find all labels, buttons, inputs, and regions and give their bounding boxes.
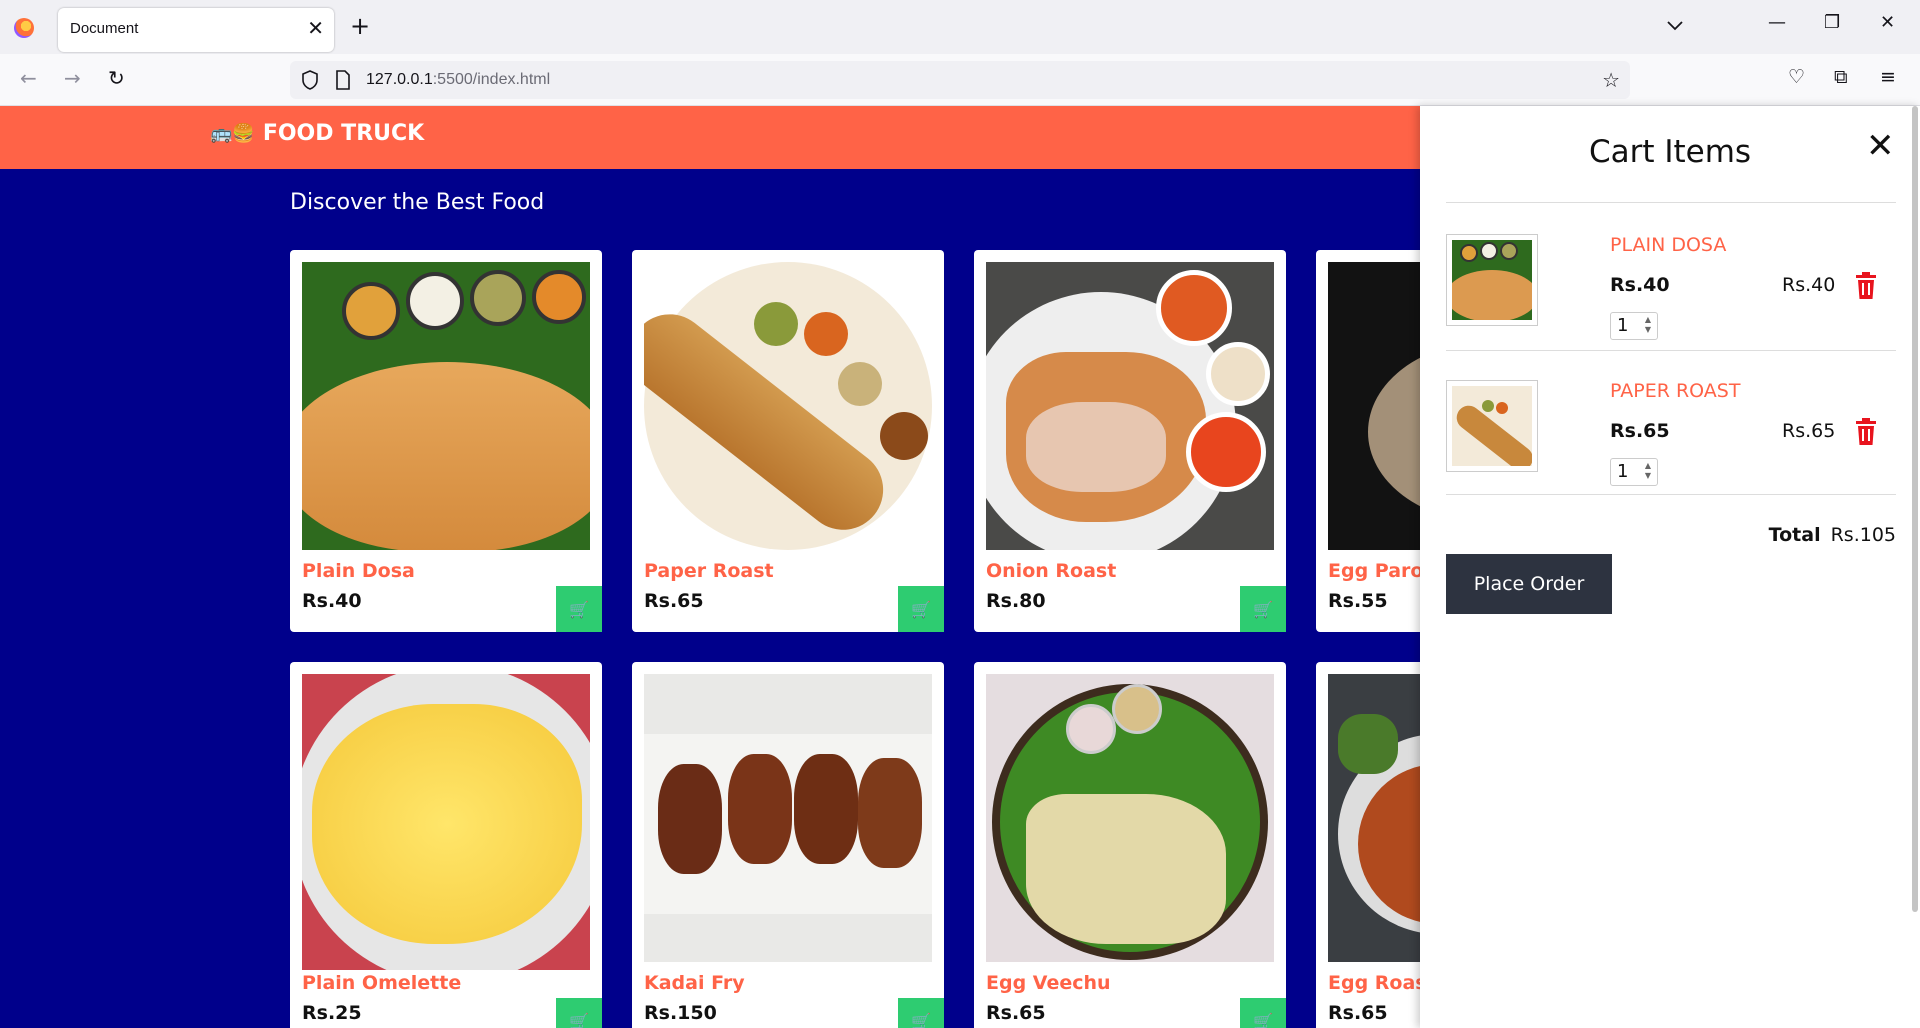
- close-cart-icon[interactable]: ✕: [1866, 126, 1895, 166]
- cart-icon: 🛒: [1253, 1011, 1273, 1028]
- food-price: Rs.80: [986, 590, 1046, 612]
- cart-icon: 🛒: [569, 1011, 589, 1028]
- food-name: Paper Roast: [644, 560, 774, 582]
- cart-icon: 🛒: [569, 599, 589, 619]
- menu-icon[interactable]: ≡: [1880, 66, 1896, 88]
- add-to-cart-button[interactable]: 🛒: [1240, 998, 1286, 1028]
- cart-item-name: PAPER ROAST: [1610, 380, 1741, 402]
- cart-item-subtotal: Rs.40: [1782, 274, 1836, 296]
- new-tab-icon[interactable]: +: [350, 12, 370, 40]
- place-order-button[interactable]: Place Order: [1446, 554, 1612, 614]
- food-price: Rs.65: [644, 590, 704, 612]
- extensions-icon[interactable]: ⧉: [1834, 66, 1848, 88]
- cart-item-name: PLAIN DOSA: [1610, 234, 1727, 256]
- firefox-icon: [14, 18, 34, 38]
- food-price: Rs.25: [302, 1002, 362, 1024]
- food-price: Rs.65: [986, 1002, 1046, 1024]
- food-image: [644, 674, 932, 962]
- food-image: [986, 674, 1274, 962]
- food-name: Plain Omelette: [302, 972, 462, 994]
- food-image: [986, 262, 1274, 550]
- site-logo[interactable]: 🚌🍔 FOOD TRUCK: [210, 121, 424, 146]
- close-tab-icon[interactable]: ✕: [307, 16, 324, 40]
- cart-drawer: Cart Items ✕ PLAIN DOSA Rs.40 Rs.40 1 ▲ ▼ …: [1420, 106, 1920, 1028]
- chevron-down-icon[interactable]: [1664, 14, 1686, 36]
- back-icon[interactable]: ←: [20, 66, 37, 90]
- menu-card: Onion Roast Rs.80 🛒: [974, 250, 1286, 632]
- close-window-icon[interactable]: ✕: [1880, 12, 1895, 33]
- cart-item-price: Rs.40: [1610, 274, 1670, 296]
- cart-item: PAPER ROAST Rs.65 Rs.65 1 ▲ ▼: [1446, 356, 1896, 496]
- bookmark-star-icon[interactable]: ☆: [1602, 68, 1620, 92]
- total-value: Rs.105: [1830, 524, 1896, 546]
- cart-item-price: Rs.65: [1610, 420, 1670, 442]
- trash-icon[interactable]: [1854, 418, 1878, 446]
- add-to-cart-button[interactable]: 🛒: [556, 998, 602, 1028]
- section-title: Discover the Best Food: [290, 190, 545, 215]
- browser-tab[interactable]: Document ✕: [58, 8, 334, 52]
- brand-name: FOOD TRUCK: [262, 121, 425, 146]
- truck-burger-icon: 🚌🍔: [210, 123, 255, 144]
- cart-item-subtotal: Rs.65: [1782, 420, 1836, 442]
- restore-icon[interactable]: ❐: [1824, 12, 1840, 33]
- menu-card: Egg Veechu Rs.65 🛒: [974, 662, 1286, 1028]
- food-price: Rs.40: [302, 590, 362, 612]
- url-text: 127.0.0.1:5500/index.html: [366, 71, 551, 88]
- page-icon[interactable]: [334, 69, 352, 91]
- trash-icon[interactable]: [1854, 272, 1878, 300]
- food-image: [302, 674, 590, 970]
- shield-icon[interactable]: [300, 69, 320, 91]
- quantity-stepper[interactable]: 1 ▲ ▼: [1610, 312, 1658, 340]
- divider: [1446, 350, 1896, 351]
- site-header: 🚌🍔 FOOD TRUCK: [0, 106, 1420, 169]
- add-to-cart-button[interactable]: 🛒: [898, 586, 944, 632]
- add-to-cart-button[interactable]: 🛒: [898, 998, 944, 1028]
- spinner-arrows-icon[interactable]: ▲ ▼: [1641, 315, 1655, 337]
- food-name: Onion Roast: [986, 560, 1117, 582]
- url-bar[interactable]: 127.0.0.1:5500/index.html ☆: [290, 61, 1630, 99]
- food-name: Egg Veechu: [986, 972, 1111, 994]
- divider: [1446, 494, 1896, 495]
- menu-card: Kadai Fry Rs.150 🛒: [632, 662, 944, 1028]
- add-to-cart-button[interactable]: 🛒: [556, 586, 602, 632]
- pocket-icon[interactable]: ♡: [1788, 66, 1805, 88]
- cart-item-image: [1446, 380, 1538, 472]
- cart-item-image: [1446, 234, 1538, 326]
- cart-item: PLAIN DOSA Rs.40 Rs.40 1 ▲ ▼: [1446, 210, 1896, 350]
- food-price: Rs.65: [1328, 1002, 1388, 1024]
- cart-icon: 🛒: [911, 599, 931, 619]
- browser-tab-bar: Document ✕ + — ❐ ✕: [0, 0, 1920, 54]
- cart-title: Cart Items: [1588, 134, 1752, 170]
- menu-card: Plain Omelette Rs.25 🛒: [290, 662, 602, 1028]
- tab-title: Document: [70, 20, 139, 37]
- food-image: [302, 262, 590, 550]
- menu-card: Paper Roast Rs.65 🛒: [632, 250, 944, 632]
- cart-total: Total Rs.105: [1420, 524, 1896, 546]
- food-name: Plain Dosa: [302, 560, 415, 582]
- food-price: Rs.150: [644, 1002, 717, 1024]
- cart-icon: 🛒: [1253, 599, 1273, 619]
- reload-icon[interactable]: ↻: [108, 66, 125, 90]
- spinner-arrows-icon[interactable]: ▲ ▼: [1641, 461, 1655, 483]
- scrollbar[interactable]: [1912, 106, 1918, 912]
- quantity-stepper[interactable]: 1 ▲ ▼: [1610, 458, 1658, 486]
- divider: [1446, 202, 1896, 203]
- total-label: Total: [1768, 524, 1821, 546]
- menu-card: Plain Dosa Rs.40 🛒: [290, 250, 602, 632]
- forward-icon[interactable]: →: [64, 66, 81, 90]
- browser-nav-bar: ← → ↻ 127.0.0.1:5500/index.html ☆ ♡ ⧉ ≡: [0, 54, 1920, 106]
- cart-icon: 🛒: [911, 1011, 931, 1028]
- minimize-icon[interactable]: —: [1768, 12, 1786, 33]
- food-name: Kadai Fry: [644, 972, 745, 994]
- add-to-cart-button[interactable]: 🛒: [1240, 586, 1286, 632]
- food-price: Rs.55: [1328, 590, 1388, 612]
- food-image: [644, 262, 932, 550]
